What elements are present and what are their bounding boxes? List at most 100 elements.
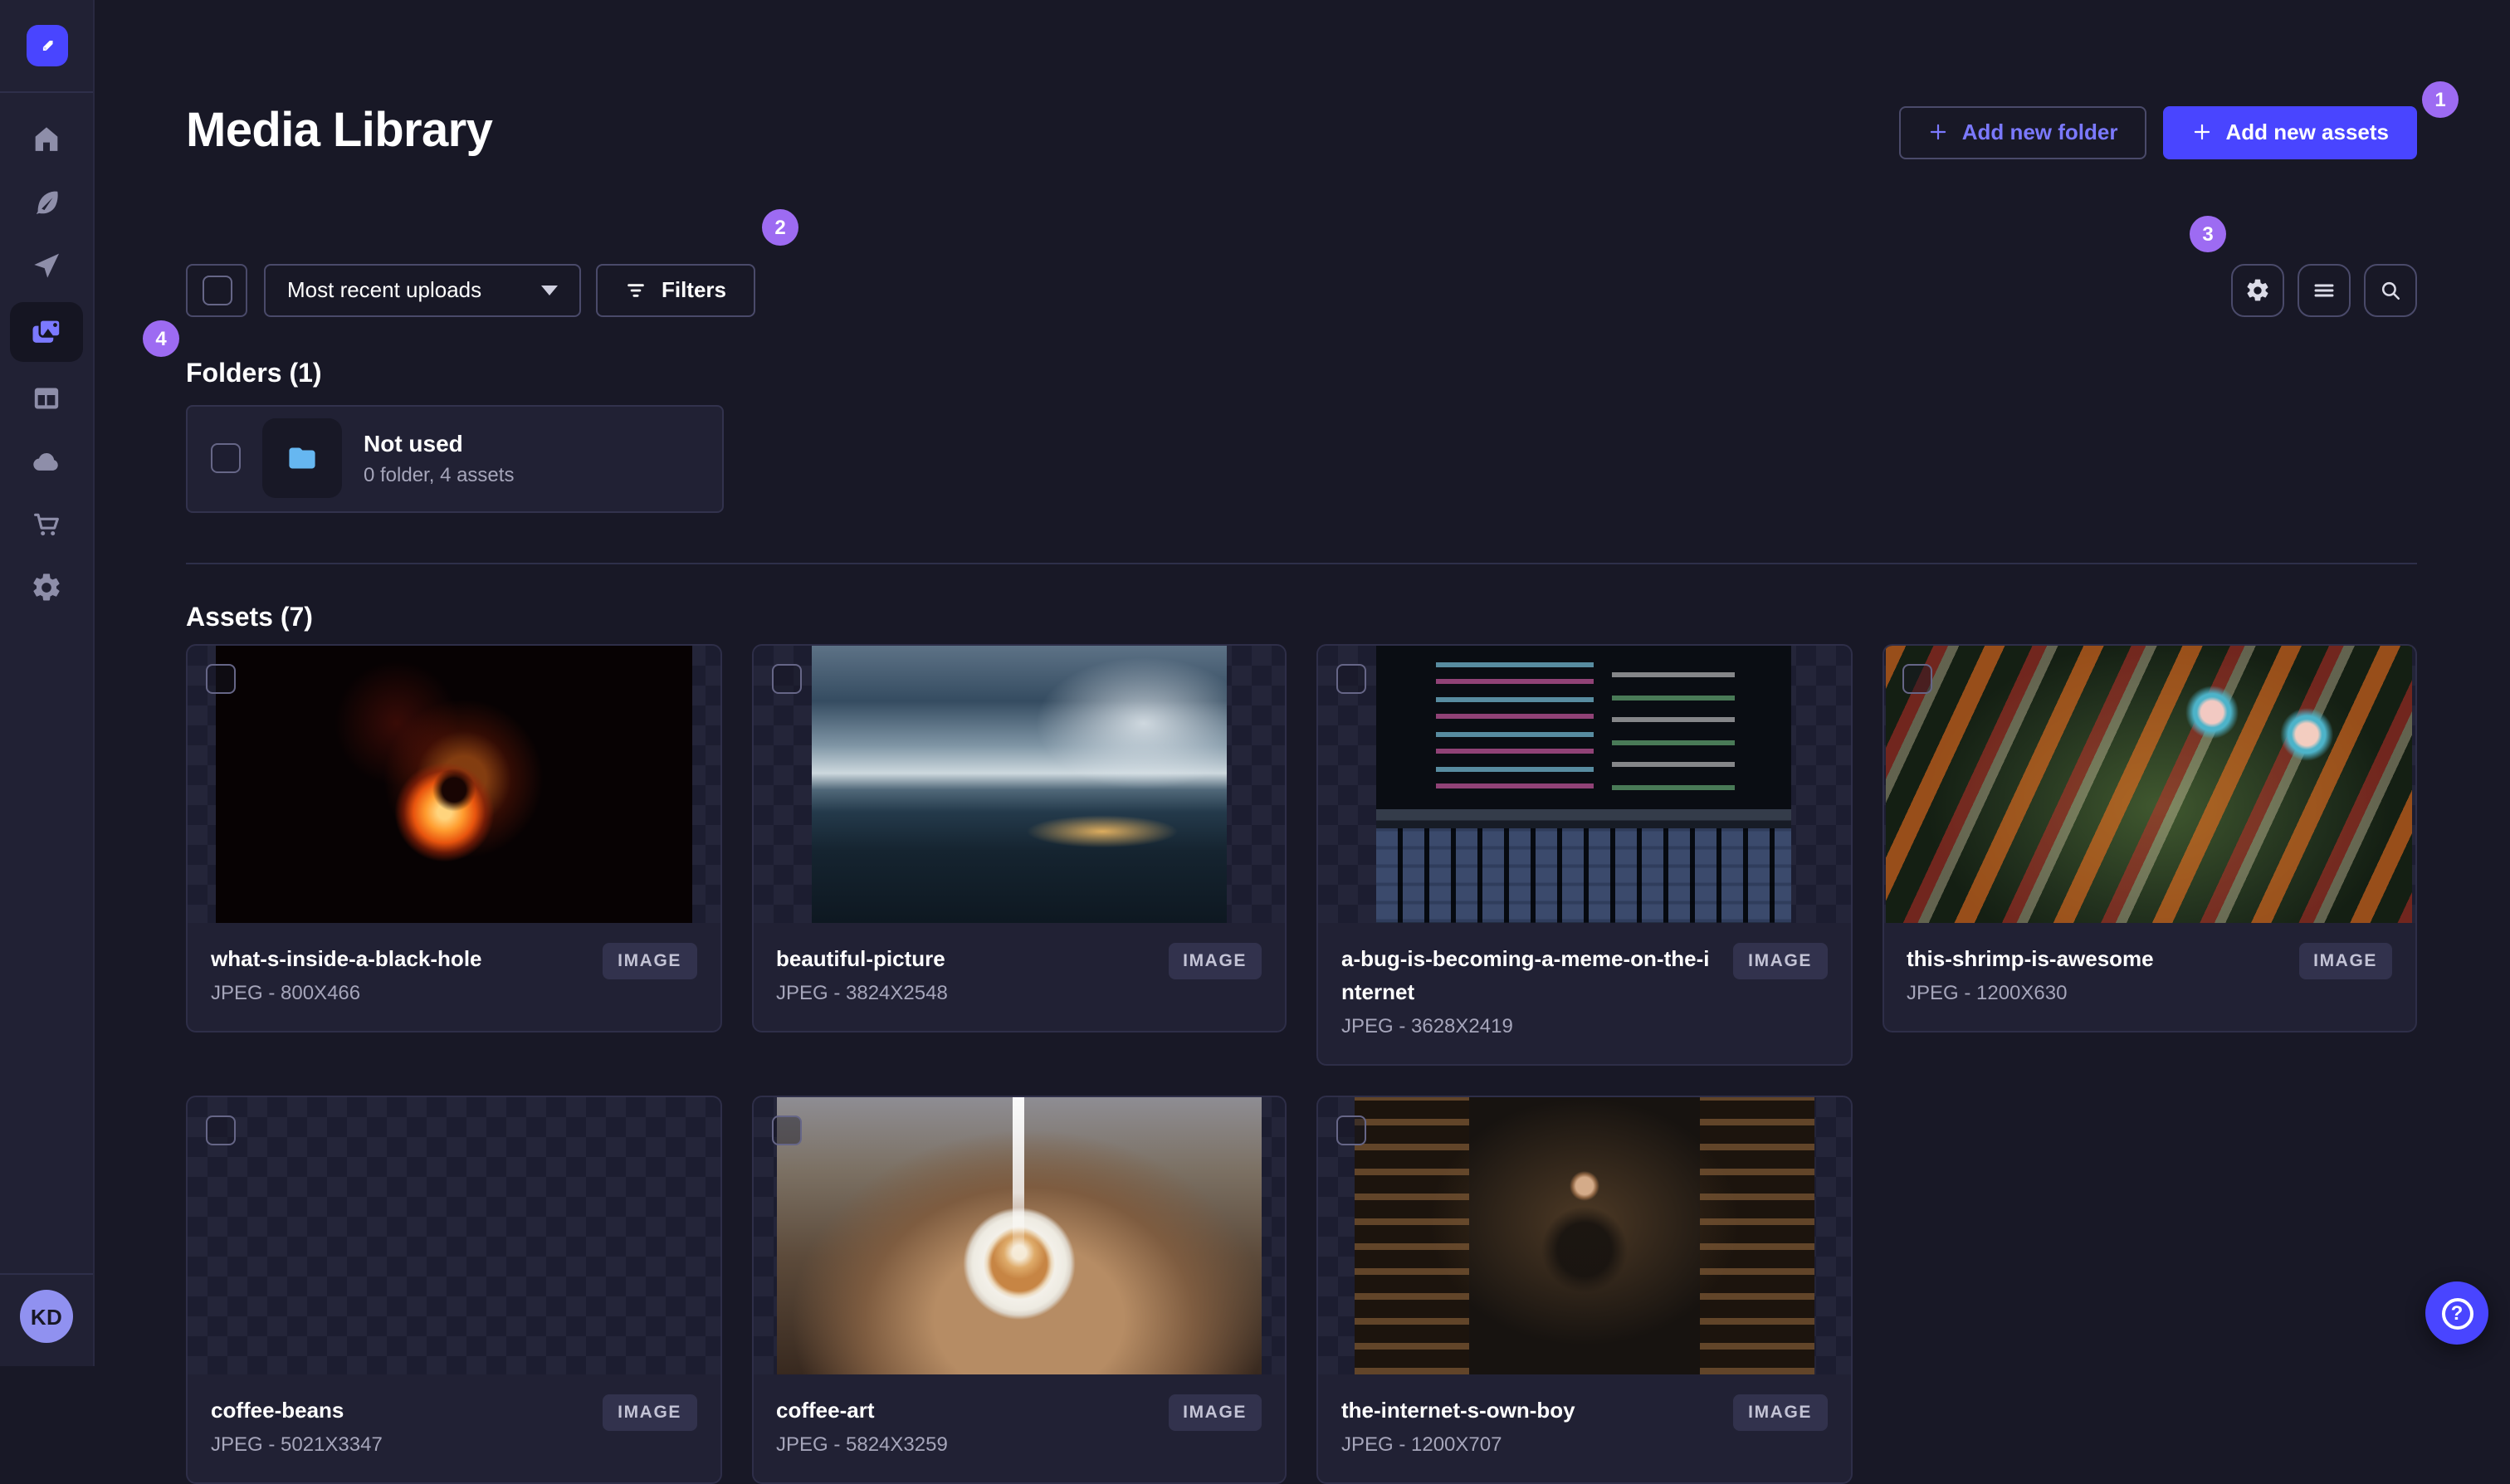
- sidebar: KD: [0, 0, 95, 1366]
- asset-grid: what-s-inside-a-black-hole JPEG - 800X46…: [186, 643, 2417, 1484]
- folder-card[interactable]: Not used 0 folder, 4 assets: [186, 404, 724, 513]
- asset-thumbnail: [1318, 645, 1850, 923]
- folder-checkbox[interactable]: [211, 443, 241, 474]
- asset-checkbox[interactable]: [1902, 663, 1931, 694]
- header-actions: Add new folder Add new assets: [1898, 105, 2417, 159]
- asset-image-code-laptop: [1376, 645, 1792, 923]
- asset-image-mountains: [811, 645, 1227, 923]
- layout-icon: [34, 388, 59, 409]
- sidebar-item-content-manager[interactable]: [12, 176, 81, 229]
- asset-card[interactable]: coffee-beans JPEG - 5021X3347 IMAGE: [186, 1095, 721, 1484]
- gear-icon: [33, 574, 60, 601]
- asset-checkbox[interactable]: [206, 663, 236, 694]
- search-button[interactable]: [2364, 263, 2417, 317]
- media-settings-button[interactable]: [2231, 263, 2284, 317]
- asset-image-library-boy: [1354, 1096, 1814, 1374]
- asset-checkbox[interactable]: [1336, 663, 1366, 694]
- gear-icon: [2247, 279, 2268, 301]
- asset-card[interactable]: what-s-inside-a-black-hole JPEG - 800X46…: [186, 643, 721, 1032]
- select-all-checkbox[interactable]: [202, 275, 232, 305]
- assets-heading: Assets (7): [186, 603, 313, 632]
- sidebar-item-home[interactable]: [12, 113, 81, 166]
- asset-thumbnail: [188, 1096, 720, 1374]
- sidebar-item-releases[interactable]: [12, 239, 81, 292]
- asset-info: a-bug-is-becoming-a-meme-on-the-internet…: [1318, 923, 1850, 1064]
- page-header: Media Library Add new folder Add new ass…: [93, 0, 2510, 193]
- media-library-page: KD Media Library Add new folder Add new …: [0, 0, 2510, 1484]
- tour-badge-2[interactable]: 2: [762, 209, 798, 246]
- add-new-folder-button[interactable]: Add new folder: [1898, 105, 2146, 159]
- asset-title: the-internet-s-own-boy: [1341, 1397, 1575, 1423]
- sort-dropdown-value: Most recent uploads: [287, 277, 482, 303]
- asset-meta: JPEG - 3824X2548: [776, 980, 948, 1004]
- asset-info: the-internet-s-own-boy JPEG - 1200X707 I…: [1318, 1374, 1850, 1482]
- asset-image-coffee-beans: [251, 1097, 657, 1374]
- asset-type-badge: IMAGE: [1733, 1394, 1827, 1431]
- asset-text: this-shrimp-is-awesome JPEG - 1200X630: [1907, 943, 2154, 1004]
- asset-card[interactable]: a-bug-is-becoming-a-meme-on-the-internet…: [1316, 643, 1852, 1066]
- asset-image-black-hole: [215, 645, 692, 923]
- asset-meta: JPEG - 3628X2419: [1341, 1013, 1513, 1037]
- asset-checkbox[interactable]: [771, 1115, 801, 1145]
- home-icon: [35, 127, 58, 151]
- asset-meta: JPEG - 800X466: [211, 980, 361, 1004]
- asset-text: coffee-art JPEG - 5824X3259: [776, 1394, 948, 1456]
- folder-title: Not used: [364, 430, 463, 457]
- select-all-container: [186, 263, 247, 317]
- asset-thumbnail: [753, 645, 1285, 923]
- asset-meta: JPEG - 1200X707: [1341, 1432, 1502, 1456]
- folders-section: Folders (1) Not used 0 folder, 4 assets: [93, 360, 2510, 513]
- asset-thumbnail: [1883, 645, 2415, 923]
- asset-image-coffee-art: [776, 1096, 1262, 1374]
- strapi-logo-icon[interactable]: [26, 25, 67, 66]
- asset-thumbnail: [1318, 1096, 1850, 1374]
- asset-checkbox[interactable]: [771, 663, 801, 694]
- asset-meta: JPEG - 5824X3259: [776, 1432, 948, 1456]
- asset-type-badge: IMAGE: [1168, 942, 1262, 979]
- asset-checkbox[interactable]: [206, 1115, 236, 1145]
- sidebar-item-deploy[interactable]: [12, 435, 81, 488]
- asset-checkbox[interactable]: [1336, 1115, 1366, 1145]
- asset-title: coffee-beans: [211, 1397, 344, 1423]
- asset-text: a-bug-is-becoming-a-meme-on-the-internet…: [1341, 943, 1716, 1037]
- asset-info: beautiful-picture JPEG - 3824X2548 IMAGE: [753, 923, 1285, 1031]
- tour-badge-3[interactable]: 3: [2190, 216, 2226, 252]
- sidebar-item-media-library[interactable]: [10, 302, 83, 362]
- asset-title: a-bug-is-becoming-a-meme-on-the-internet: [1341, 945, 1710, 1004]
- user-avatar[interactable]: KD: [20, 1290, 73, 1343]
- folders-heading: Folders (1): [186, 359, 322, 388]
- folder-subtitle: 0 folder, 4 assets: [364, 463, 515, 487]
- sidebar-nav: [10, 113, 83, 614]
- page-title: Media Library: [186, 105, 493, 159]
- sidebar-item-marketplace[interactable]: [12, 498, 81, 551]
- add-new-folder-label: Add new folder: [1961, 120, 2118, 145]
- asset-info: coffee-beans JPEG - 5021X3347 IMAGE: [188, 1374, 720, 1482]
- images-icon: [32, 319, 61, 343]
- tour-badge-1[interactable]: 1: [2422, 81, 2459, 118]
- asset-image-shrimp: [1886, 645, 2413, 923]
- sidebar-divider: [0, 91, 93, 93]
- toolbar: Most recent uploads Filters: [93, 263, 2510, 317]
- asset-text: beautiful-picture JPEG - 3824X2548: [776, 943, 948, 1004]
- asset-type-badge: IMAGE: [2298, 942, 2392, 979]
- asset-card[interactable]: beautiful-picture JPEG - 3824X2548 IMAGE: [751, 643, 1287, 1032]
- sidebar-item-content-type-builder[interactable]: [12, 372, 81, 425]
- asset-thumbnail: [188, 645, 720, 923]
- folder-card-text: Not used 0 folder, 4 assets: [364, 431, 514, 487]
- asset-info: this-shrimp-is-awesome JPEG - 1200X630 I…: [1883, 923, 2415, 1031]
- add-new-assets-button[interactable]: Add new assets: [2162, 105, 2417, 159]
- asset-text: coffee-beans JPEG - 5021X3347: [211, 1394, 383, 1456]
- main-content: Media Library Add new folder Add new ass…: [93, 0, 2510, 1484]
- asset-card[interactable]: this-shrimp-is-awesome JPEG - 1200X630 I…: [1882, 643, 2417, 1032]
- asset-card[interactable]: coffee-art JPEG - 5824X3259 IMAGE: [751, 1095, 1287, 1484]
- asset-type-badge: IMAGE: [603, 942, 696, 979]
- filters-button[interactable]: Filters: [596, 263, 755, 317]
- asset-type-badge: IMAGE: [1168, 1394, 1262, 1431]
- section-divider: [186, 562, 2417, 564]
- list-view-button[interactable]: [2298, 263, 2351, 317]
- sidebar-item-settings[interactable]: [12, 561, 81, 614]
- help-button[interactable]: ?: [2425, 1281, 2488, 1345]
- tour-badge-4[interactable]: 4: [143, 320, 179, 357]
- sort-dropdown[interactable]: Most recent uploads: [264, 263, 581, 317]
- asset-card[interactable]: the-internet-s-own-boy JPEG - 1200X707 I…: [1316, 1095, 1852, 1484]
